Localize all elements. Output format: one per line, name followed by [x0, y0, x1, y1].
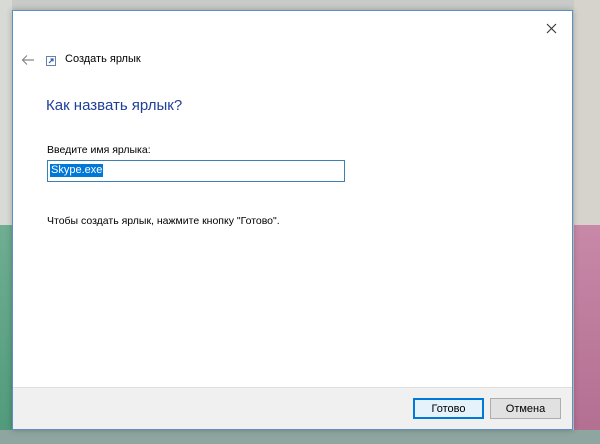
desktop-background — [574, 225, 600, 444]
create-shortcut-dialog: Создать ярлык Как назвать ярлык? Введите… — [12, 10, 573, 430]
back-arrow-icon — [21, 55, 34, 65]
shortcut-name-input[interactable] — [47, 160, 345, 182]
close-button[interactable] — [536, 15, 566, 41]
shortcut-name-label: Введите имя ярлыка: — [47, 144, 151, 156]
desktop-background — [0, 225, 12, 444]
desktop-background — [574, 0, 600, 225]
close-icon — [546, 23, 556, 33]
finish-button[interactable]: Готово — [413, 398, 484, 419]
instruction-text: Чтобы создать ярлык, нажмите кнопку "Гот… — [47, 215, 280, 227]
desktop-background — [0, 0, 12, 225]
dialog-footer: Готово Отмена — [13, 387, 572, 429]
page-heading: Как назвать ярлык? — [46, 97, 183, 114]
shortcut-icon — [46, 56, 56, 66]
desktop-background — [0, 430, 600, 444]
cancel-button[interactable]: Отмена — [490, 398, 561, 419]
back-button[interactable] — [19, 52, 37, 68]
wizard-title: Создать ярлык — [65, 53, 141, 65]
